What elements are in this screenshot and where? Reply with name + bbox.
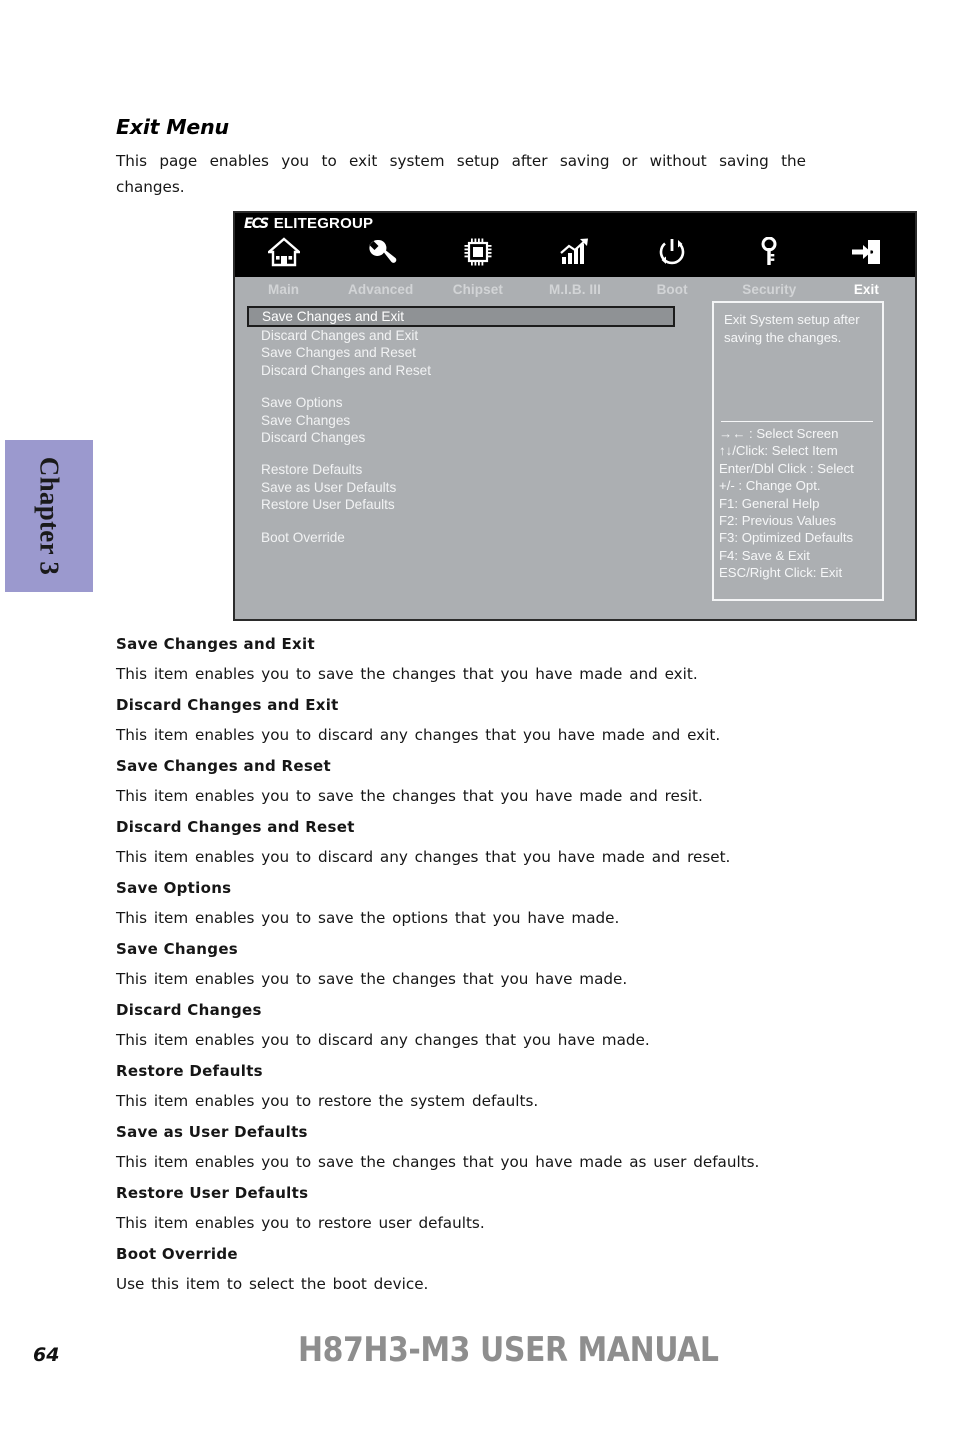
ecs-logo: ECS ELITEGROUP (243, 215, 373, 232)
bios-nav-item-main[interactable] (235, 235, 332, 269)
desc-body: This item enables you to restore the sys… (116, 1092, 539, 1110)
bios-nav-item-exit[interactable] (818, 235, 915, 269)
help-key-change-opt: +/- : Change Opt. (719, 478, 821, 494)
bios-body: Save Changes and Exit Discard Changes an… (235, 301, 915, 619)
desc-body: This item enables you to save the change… (116, 970, 628, 988)
help-key-esc-exit: ESC/Right Click: Exit (719, 565, 843, 581)
power-icon (657, 235, 687, 269)
chapter-tab-label: Chapter 3 (34, 456, 65, 576)
desc-title: Discard Changes and Reset (116, 818, 355, 836)
help-key-select-screen: →← : Select Screen (719, 426, 839, 441)
tab-boot[interactable]: Boot (624, 282, 721, 297)
bios-nav-item-boot[interactable] (624, 235, 721, 269)
desc-block-discard-changes-and-exit: Discard Changes and Exit This item enabl… (116, 691, 816, 750)
desc-block-save-changes-and-reset: Save Changes and Reset This item enables… (116, 752, 816, 811)
bios-nav-item-advanced[interactable] (332, 235, 429, 269)
desc-block-save-changes-and-exit: Save Changes and Exit This item enables … (116, 630, 816, 689)
desc-body: Use this item to select the boot device. (116, 1275, 429, 1293)
tab-chipset[interactable]: Chipset (429, 282, 526, 297)
bar-chart-icon (559, 235, 591, 269)
desc-body: This item enables you to discard any cha… (116, 848, 731, 866)
desc-block-save-options: Save Options This item enables you to sa… (116, 874, 816, 933)
desc-title: Restore User Defaults (116, 1184, 309, 1202)
page-number: 64 (33, 1344, 60, 1366)
desc-block-save-changes: Save Changes This item enables you to sa… (116, 935, 816, 994)
bios-nav-item-chipset[interactable] (429, 235, 526, 269)
menu-item-save-changes[interactable]: Save Changes (249, 412, 679, 429)
menu-item-save-changes-and-reset[interactable]: Save Changes and Reset (249, 344, 679, 361)
desc-title: Save Changes and Reset (116, 757, 332, 775)
key-icon (759, 235, 779, 269)
bios-tab-bar: Main Advanced Chipset M.I.B. III Boot Se… (235, 277, 915, 301)
tab-advanced[interactable]: Advanced (332, 282, 429, 297)
desc-body: This item enables you to save the change… (116, 787, 703, 805)
desc-title: Save Changes (116, 940, 239, 958)
menu-item-discard-changes[interactable]: Discard Changes (249, 429, 679, 446)
bios-nav-icons (235, 235, 915, 269)
exit-door-icon (850, 235, 882, 269)
menu-spacer (249, 514, 679, 529)
help-key-enter-select: Enter/Dbl Click : Select (719, 460, 854, 476)
desc-title: Save as User Defaults (116, 1123, 308, 1141)
bios-help-panel: Exit System setup after saving the chang… (712, 301, 884, 601)
help-key-select-item: ↑↓/Click: Select Item (719, 443, 838, 459)
menu-item-save-as-user-defaults[interactable]: Save as User Defaults (249, 479, 679, 496)
bios-setup-screenshot: ECS ELITEGROUP Main Advanced Chipset M.I… (233, 211, 917, 621)
help-key-f2-previous-values: F2: Previous Values (719, 513, 837, 529)
item-descriptions: Save Changes and Exit This item enables … (116, 630, 816, 1301)
desc-body: This item enables you to restore user de… (116, 1214, 485, 1232)
desc-block-discard-changes-and-reset: Discard Changes and Reset This item enab… (116, 813, 816, 872)
desc-body: This item enables you to save the option… (116, 909, 620, 927)
desc-title: Restore Defaults (116, 1062, 263, 1080)
desc-title: Save Changes and Exit (116, 635, 315, 653)
desc-block-discard-changes: Discard Changes This item enables you to… (116, 996, 816, 1055)
desc-body: This item enables you to save the change… (116, 1153, 760, 1171)
desc-body: This item enables you to discard any cha… (116, 726, 721, 744)
bios-nav-item-mib[interactable] (526, 235, 623, 269)
tab-security[interactable]: Security (721, 282, 818, 297)
menu-item-boot-override[interactable]: Boot Override (249, 529, 679, 546)
menu-item-discard-changes-and-exit[interactable]: Discard Changes and Exit (249, 327, 679, 344)
desc-body: This item enables you to discard any cha… (116, 1031, 650, 1049)
ecs-logo-text: ELITEGROUP (273, 215, 374, 232)
help-separator (721, 421, 873, 422)
chapter-tab: Chapter 3 (5, 440, 93, 592)
menu-item-save-changes-and-exit[interactable]: Save Changes and Exit (247, 306, 675, 327)
help-description: Exit System setup after saving the chang… (724, 312, 860, 345)
desc-title: Discard Changes (116, 1001, 262, 1019)
desc-block-boot-override: Boot Override Use this item to select th… (116, 1240, 816, 1299)
menu-spacer (249, 446, 679, 461)
desc-block-save-as-user-defaults: Save as User Defaults This item enables … (116, 1118, 816, 1177)
page-title: Exit Menu (116, 115, 229, 139)
ecs-logo-mark: ECS (244, 215, 269, 232)
chip-icon (463, 235, 493, 269)
desc-title: Boot Override (116, 1245, 238, 1263)
menu-item-discard-changes-and-reset[interactable]: Discard Changes and Reset (249, 362, 679, 379)
bios-nav-item-security[interactable] (721, 235, 818, 269)
desc-block-restore-defaults: Restore Defaults This item enables you t… (116, 1057, 816, 1116)
help-key-f4-save-exit: F4: Save & Exit (719, 547, 810, 563)
page-intro-paragraph: This page enables you to exit system set… (116, 152, 806, 196)
desc-title: Discard Changes and Exit (116, 696, 339, 714)
wrench-icon (365, 235, 397, 269)
bios-header: ECS ELITEGROUP (235, 213, 915, 277)
menu-item-restore-user-defaults[interactable]: Restore User Defaults (249, 496, 679, 513)
desc-block-restore-user-defaults: Restore User Defaults This item enables … (116, 1179, 816, 1238)
desc-title: Save Options (116, 879, 232, 897)
tab-mib-iii[interactable]: M.I.B. III (526, 282, 623, 297)
tab-main[interactable]: Main (235, 282, 332, 297)
menu-item-restore-defaults[interactable]: Restore Defaults (249, 461, 679, 478)
menu-spacer (249, 379, 679, 394)
bios-menu-list: Save Changes and Exit Discard Changes an… (247, 306, 679, 546)
help-key-legend: →← : Select Screen ↑↓/Click: Select Item… (719, 425, 885, 582)
manual-title: H87H3-M3 USER MANUAL (298, 1330, 719, 1370)
tab-exit[interactable]: Exit (818, 282, 915, 297)
help-key-f1-general-help: F1: General Help (719, 495, 820, 511)
home-icon (267, 235, 300, 269)
desc-body: This item enables you to save the change… (116, 665, 698, 683)
help-key-f3-optimized-defaults: F3: Optimized Defaults (719, 530, 854, 546)
menu-item-save-options[interactable]: Save Options (249, 394, 679, 411)
